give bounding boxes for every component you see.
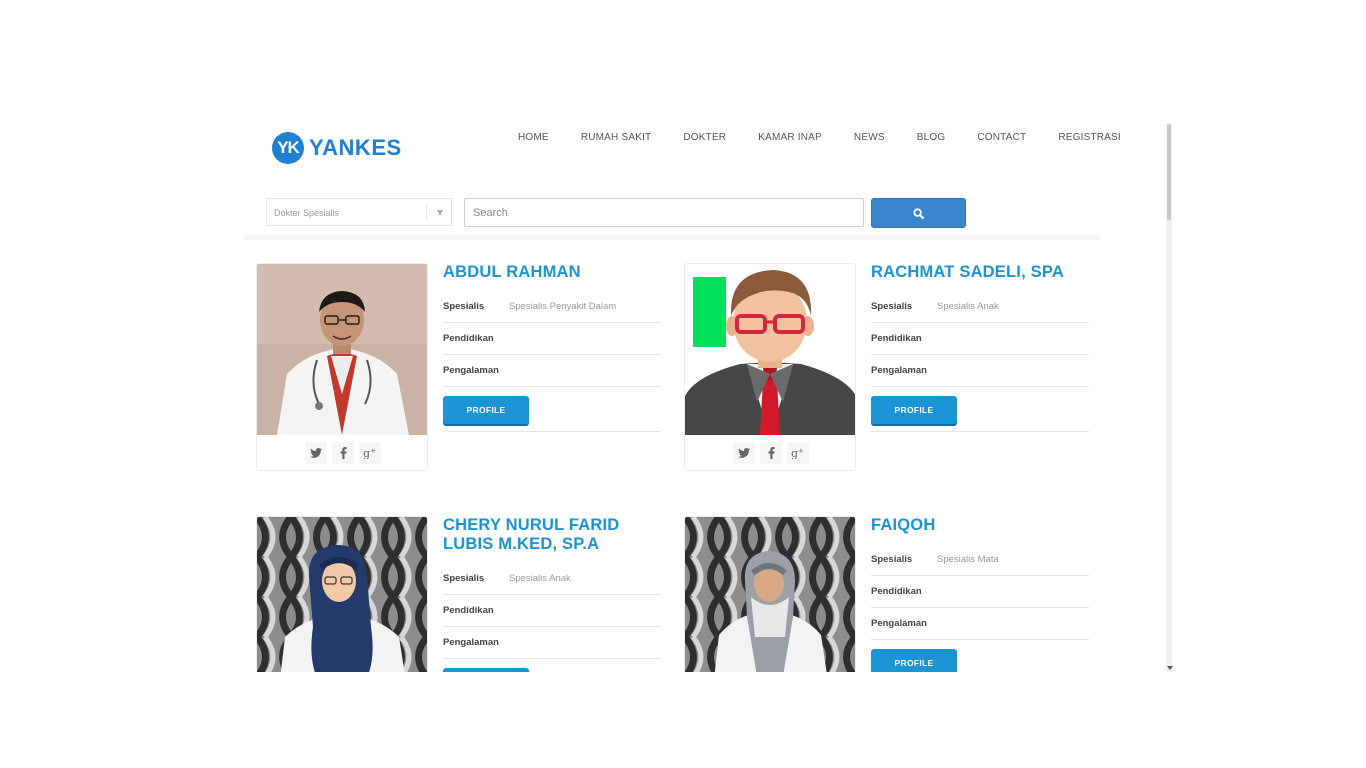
doctor-card: CHERY NURUL FARID LUBIS M.KED, SP.A Spes… <box>256 516 686 672</box>
pendidikan-row: Pendidikan <box>443 595 661 627</box>
nav-contact[interactable]: CONTACT <box>977 132 1026 143</box>
twitter-icon[interactable] <box>305 442 327 464</box>
card-divider <box>871 431 1089 432</box>
search-input[interactable] <box>464 198 864 227</box>
nav-kamar-inap[interactable]: KAMAR INAP <box>758 132 822 143</box>
doctor-photo[interactable] <box>257 517 427 672</box>
page-viewport: YK YANKES HOME RUMAH SAKIT DOKTER KAMAR … <box>244 124 1172 672</box>
facebook-icon[interactable] <box>332 442 354 464</box>
scroll-down-arrow-icon[interactable] <box>1167 666 1173 670</box>
svg-text:g: g <box>363 447 370 459</box>
nav-news[interactable]: NEWS <box>854 132 885 143</box>
nav-registrasi[interactable]: REGISTRASI <box>1058 132 1121 143</box>
svg-text:+: + <box>798 447 804 455</box>
spesialis-value: Spesialis Anak <box>937 301 999 312</box>
spesialis-value: Spesialis Anak <box>509 573 571 584</box>
chevron-down-icon <box>437 210 443 216</box>
doctor-info: CHERY NURUL FARID LUBIS M.KED, SP.A Spes… <box>443 516 661 672</box>
nav-rumah-sakit[interactable]: RUMAH SAKIT <box>581 132 652 143</box>
facebook-icon[interactable] <box>760 442 782 464</box>
doctor-photo-frame <box>256 516 428 672</box>
doctor-photo[interactable] <box>685 517 855 672</box>
doctor-name[interactable]: RACHMAT SADELI, SPA <box>871 263 1089 282</box>
doctor-info: FAIQOH Spesialis Spesialis Mata Pendidika… <box>871 516 1089 672</box>
filter-selected-value: Dokter Spesialis <box>274 208 340 218</box>
site-logo[interactable]: YK YANKES <box>272 131 402 165</box>
search-icon <box>913 207 924 219</box>
nav-dokter[interactable]: DOKTER <box>683 132 726 143</box>
google-plus-icon[interactable]: g + <box>787 442 809 464</box>
nav-blog[interactable]: BLOG <box>917 132 946 143</box>
spesialis-label: Spesialis <box>871 554 913 565</box>
doctor-name[interactable]: CHERY NURUL FARID LUBIS M.KED, SP.A <box>443 516 661 554</box>
svg-text:g: g <box>791 447 798 459</box>
spesialis-label: Spesialis <box>871 301 913 312</box>
doctor-photo-frame: g + <box>684 263 856 471</box>
social-links: g + <box>685 435 855 470</box>
google-plus-icon[interactable]: g + <box>359 442 381 464</box>
spesialis-label: Spesialis <box>443 301 485 312</box>
section-divider <box>244 235 1100 240</box>
pendidikan-label: Pendidikan <box>871 586 922 597</box>
spesialis-row: Spesialis Spesialis Anak <box>871 291 1089 323</box>
doctor-card: FAIQOH Spesialis Spesialis Mata Pendidika… <box>684 516 1114 672</box>
pendidikan-row: Pendidikan <box>871 323 1089 355</box>
vertical-scrollbar[interactable] <box>1166 124 1172 672</box>
spesialis-row: Spesialis Spesialis Mata <box>871 544 1089 576</box>
spesialis-row: Spesialis Spesialis Penyakit Dalam <box>443 291 661 323</box>
spesialis-label: Spesialis <box>443 573 485 584</box>
doctor-photo[interactable] <box>257 264 427 435</box>
profile-button[interactable]: PROFILE <box>871 396 957 424</box>
doctor-photo-frame: g + <box>256 263 428 471</box>
pendidikan-label: Pendidikan <box>443 333 494 344</box>
spesialis-row: Spesialis Spesialis Anak <box>443 563 661 595</box>
doctor-name[interactable]: ABDUL RAHMAN <box>443 263 661 282</box>
profile-button[interactable]: PROFILE <box>443 396 529 424</box>
svg-text:+: + <box>370 447 376 455</box>
pendidikan-label: Pendidikan <box>443 605 494 616</box>
doctor-info: RACHMAT SADELI, SPA Spesialis Spesialis A… <box>871 263 1089 432</box>
doctor-card: g + ABDUL RAHMAN Spesialis Spesialis Penya… <box>256 263 686 478</box>
pengalaman-label: Pengalaman <box>871 618 927 629</box>
pengalaman-row: Pengalaman <box>443 355 661 387</box>
profile-button[interactable]: PROFILE <box>443 668 529 672</box>
nav-home[interactable]: HOME <box>518 132 549 143</box>
spesialis-value: Spesialis Penyakit Dalam <box>509 301 617 312</box>
card-divider <box>443 431 661 432</box>
doctor-name[interactable]: FAIQOH <box>871 516 1089 535</box>
logo-badge: YK <box>272 132 304 164</box>
logo-text: YANKES <box>309 135 402 160</box>
spesialis-value: Spesialis Mata <box>937 554 999 565</box>
pengalaman-row: Pengalaman <box>871 608 1089 640</box>
profile-button[interactable]: PROFILE <box>871 649 957 672</box>
twitter-icon[interactable] <box>733 442 755 464</box>
pengalaman-label: Pengalaman <box>443 365 499 376</box>
social-links: g + <box>257 435 427 470</box>
doctor-photo[interactable] <box>685 264 855 435</box>
search-button[interactable] <box>871 198 966 228</box>
pengalaman-label: Pengalaman <box>443 637 499 648</box>
pengalaman-label: Pengalaman <box>871 365 927 376</box>
doctor-card: g + RACHMAT SADELI, SPA Spesialis Spesiali… <box>684 263 1114 478</box>
doctor-photo-frame <box>684 516 856 672</box>
pendidikan-label: Pendidikan <box>871 333 922 344</box>
select-separator <box>426 205 427 221</box>
scrollbar-thumb[interactable] <box>1167 124 1171 220</box>
doctor-info: ABDUL RAHMAN Spesialis Spesialis Penyakit… <box>443 263 661 432</box>
specialist-filter-select[interactable]: Dokter Spesialis <box>266 198 452 226</box>
pendidikan-row: Pendidikan <box>443 323 661 355</box>
pengalaman-row: Pengalaman <box>443 627 661 659</box>
pengalaman-row: Pengalaman <box>871 355 1089 387</box>
main-nav: HOME RUMAH SAKIT DOKTER KAMAR INAP NEWS … <box>518 132 1153 143</box>
pendidikan-row: Pendidikan <box>871 576 1089 608</box>
